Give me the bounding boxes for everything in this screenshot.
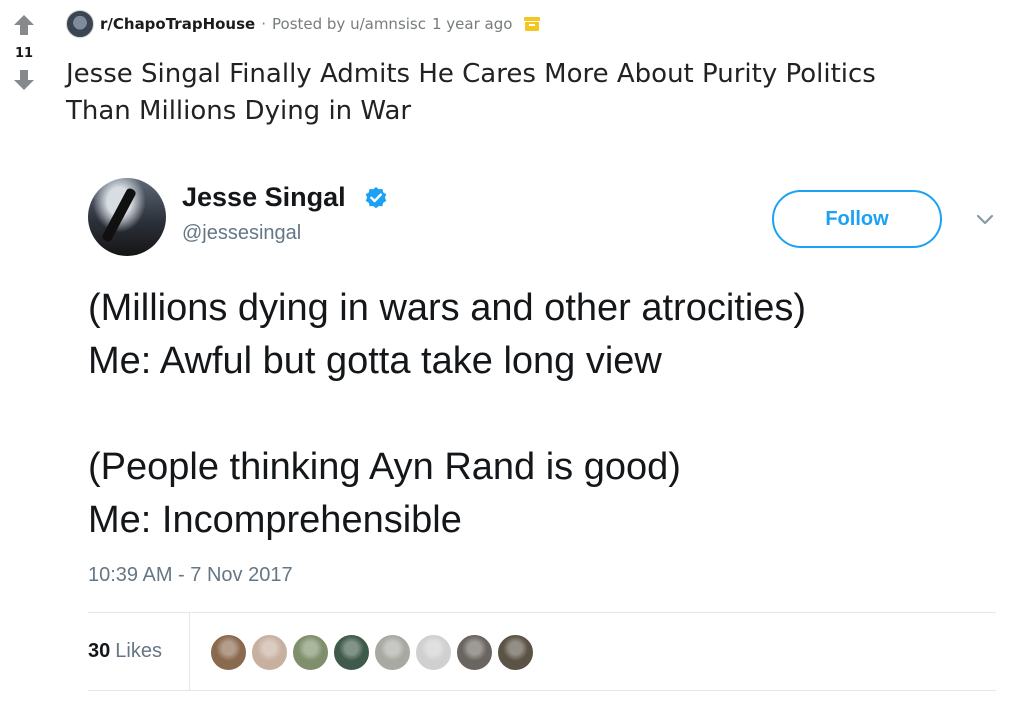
liker-avatar[interactable]	[497, 633, 534, 671]
liker-avatar[interactable]	[456, 633, 493, 671]
liker-avatars	[210, 632, 538, 672]
liker-avatar[interactable]	[374, 633, 411, 671]
upvote-arrow-icon[interactable]	[13, 14, 35, 36]
post-score: 11	[14, 46, 34, 61]
post-title[interactable]: Jesse Singal Finally Admits He Cares Mor…	[66, 56, 996, 130]
liker-avatar[interactable]	[292, 633, 329, 671]
tweet-line: Me: Incomprehensible	[88, 499, 462, 541]
likes-label: Likes	[115, 640, 162, 662]
liker-avatar[interactable]	[415, 633, 452, 671]
likes-stat[interactable]: 30 Likes	[88, 640, 162, 663]
post-title-line: Jesse Singal Finally Admits He Cares Mor…	[66, 59, 876, 89]
tweet-line: (People thinking Ayn Rand is good)	[88, 446, 681, 488]
tweet-line: Me: Awful but gotta take long view	[88, 340, 662, 382]
chevron-down-icon[interactable]	[976, 214, 994, 226]
vote-column: 11	[8, 14, 40, 91]
likes-count: 30	[88, 640, 111, 662]
meta-separator: ·	[261, 15, 266, 33]
divider	[88, 690, 996, 691]
tweet-handle: @jessesingal	[182, 222, 302, 244]
tweet-embed[interactable]: Jesse Singal @jessesingal Follow (Millio…	[88, 178, 996, 698]
downvote-arrow-icon[interactable]	[13, 69, 35, 91]
tweet-line	[88, 388, 988, 441]
tweet-body: (Millions dying in wars and other atroci…	[88, 282, 988, 547]
follow-button[interactable]: Follow	[772, 190, 942, 248]
archive-icon	[524, 17, 541, 31]
posted-by-link[interactable]: Posted by u/amnsisc	[272, 15, 426, 33]
subreddit-icon[interactable]	[66, 10, 94, 38]
subreddit-link[interactable]: r/ChapoTrapHouse	[100, 15, 255, 33]
post-meta: r/ChapoTrapHouse · Posted by u/amnsisc 1…	[66, 10, 541, 38]
verified-badge-icon	[365, 187, 387, 209]
liker-avatar[interactable]	[333, 633, 370, 671]
divider	[88, 612, 996, 613]
likes-block: 30 Likes	[88, 613, 190, 690]
tweet-author-name: Jesse Singal	[182, 182, 346, 212]
post-age[interactable]: 1 year ago	[432, 15, 512, 33]
post-title-line: Than Millions Dying in War	[66, 96, 412, 126]
liker-avatar[interactable]	[210, 633, 247, 671]
liker-avatar[interactable]	[251, 633, 288, 671]
tweet-line: (Millions dying in wars and other atroci…	[88, 287, 807, 329]
tweet-timestamp: 10:39 AM - 7 Nov 2017	[88, 564, 293, 586]
author-avatar	[88, 178, 166, 256]
